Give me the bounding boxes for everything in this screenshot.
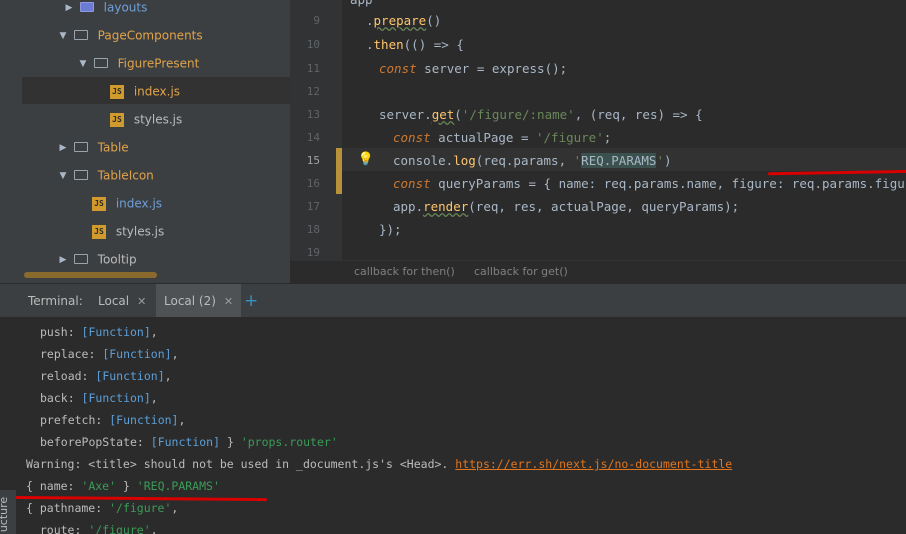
tree-item-tableicon[interactable]: ▼ TableIcon bbox=[56, 162, 154, 188]
line-number: 18 bbox=[306, 223, 320, 236]
chevron-right-icon[interactable]: ▶ bbox=[62, 0, 76, 21]
code-line: .then(() => { bbox=[366, 37, 464, 52]
tree-item-label: PageComponents bbox=[97, 28, 203, 43]
chevron-right-icon[interactable]: ▶ bbox=[56, 247, 70, 273]
js-file-icon: JS bbox=[110, 84, 124, 99]
js-file-icon: JS bbox=[110, 112, 124, 127]
line-number: 17 bbox=[306, 200, 320, 213]
tree-item-label: Tooltip bbox=[97, 252, 137, 267]
line-number: 12 bbox=[306, 85, 320, 98]
terminal-line: push: [Function], bbox=[40, 325, 158, 339]
code-line: app.render(req, res, actualPage, queryPa… bbox=[393, 199, 740, 214]
folder-icon bbox=[93, 57, 108, 68]
vcs-change-marker[interactable] bbox=[336, 148, 342, 194]
breadcrumb-item[interactable]: callback for get() bbox=[474, 261, 568, 283]
js-file-icon: JS bbox=[92, 196, 106, 211]
terminal-line: { name: 'Axe' } 'REQ.PARAMS' bbox=[26, 479, 220, 493]
add-tab-icon[interactable]: + bbox=[244, 284, 258, 318]
close-icon[interactable]: ✕ bbox=[224, 295, 233, 308]
chevron-down-icon[interactable]: ▼ bbox=[56, 23, 70, 49]
tree-item-pagecomponents[interactable]: ▼ PageComponents bbox=[56, 22, 203, 48]
line-number: 15 bbox=[306, 154, 320, 167]
chevron-down-icon[interactable]: ▼ bbox=[76, 51, 90, 77]
folder-icon bbox=[73, 169, 88, 180]
code-line: server.get('/figure/:name', (req, res) =… bbox=[379, 107, 703, 122]
tree-item-figurepresent[interactable]: ▼ FigurePresent bbox=[76, 50, 200, 77]
code-line: const actualPage = '/figure'; bbox=[393, 130, 612, 145]
code-editor[interactable]: 9 10 11 12 13 14 15 16 17 18 19 💡 app .p… bbox=[290, 0, 906, 283]
tree-item-label: FigurePresent bbox=[117, 56, 200, 71]
lightbulb-icon[interactable]: 💡 bbox=[356, 148, 376, 171]
terminal-label: Terminal: bbox=[28, 294, 83, 308]
folder-icon bbox=[73, 253, 88, 264]
code-line: }); bbox=[379, 222, 402, 237]
code-line: const queryParams = { name: req.params.n… bbox=[393, 176, 906, 191]
tree-item-tooltip[interactable]: ▶ Tooltip bbox=[56, 246, 137, 272]
terminal-line: beforePopState: [Function] } 'props.rout… bbox=[40, 435, 338, 449]
terminal-line: { pathname: '/figure', bbox=[26, 501, 179, 515]
package-folder-icon bbox=[79, 1, 94, 12]
tree-item-table[interactable]: ▶ Table bbox=[56, 134, 129, 160]
breadcrumb-item[interactable]: callback for then() bbox=[354, 261, 455, 283]
tree-item-figurepresent-index[interactable]: JS index.js bbox=[110, 78, 180, 104]
line-number: 14 bbox=[306, 131, 320, 144]
tree-item-tableicon-index[interactable]: JS index.js bbox=[92, 190, 162, 216]
terminal-line-warning: Warning: <title> should not be used in _… bbox=[26, 457, 733, 471]
code-line-current: console.log(req.params, 'REQ.PARAMS') bbox=[393, 153, 672, 168]
tree-item-label: index.js bbox=[133, 84, 181, 99]
tree-item-label: Table bbox=[97, 140, 129, 155]
code-line: const server = express(); bbox=[379, 61, 568, 76]
line-number: 9 bbox=[313, 14, 320, 27]
tab-local[interactable]: Local ✕ bbox=[98, 284, 146, 318]
tree-item-tableicon-styles[interactable]: JS styles.js bbox=[92, 218, 164, 244]
terminal-tab-bar: Terminal: Local ✕ Local (2) ✕ + bbox=[0, 283, 906, 318]
line-number: 13 bbox=[306, 108, 320, 121]
tab-local-2[interactable]: Local (2) ✕ bbox=[156, 284, 242, 318]
tree-item-label: styles.js bbox=[115, 224, 165, 239]
structure-tool-tab[interactable]: ucture bbox=[0, 490, 16, 534]
horizontal-scrollbar[interactable] bbox=[24, 272, 157, 278]
terminal-line: back: [Function], bbox=[40, 391, 158, 405]
line-number: 16 bbox=[306, 177, 320, 190]
structure-label: ucture bbox=[0, 496, 11, 533]
terminal-line: prefetch: [Function], bbox=[40, 413, 186, 427]
tree-item-label: layouts bbox=[103, 0, 148, 15]
line-number-gutter: 9 10 11 12 13 14 15 16 17 18 19 bbox=[290, 0, 342, 260]
tab-label: Local (2) bbox=[164, 294, 216, 308]
terminal-line: reload: [Function], bbox=[40, 369, 172, 383]
chevron-right-icon[interactable]: ▶ bbox=[56, 135, 70, 161]
terminal-line: replace: [Function], bbox=[40, 347, 179, 361]
terminal-output[interactable]: push: [Function], replace: [Function], r… bbox=[0, 317, 906, 534]
tree-item-layouts[interactable]: ▶ layouts bbox=[62, 0, 148, 21]
terminal-line: route: '/figure', bbox=[26, 523, 158, 534]
tree-item-label: TableIcon bbox=[97, 168, 154, 183]
tree-item-label: index.js bbox=[115, 196, 163, 211]
js-file-icon: JS bbox=[92, 224, 106, 239]
folder-icon bbox=[73, 141, 88, 152]
folder-icon bbox=[73, 29, 88, 40]
tree-item-figurepresent-styles[interactable]: JS styles.js bbox=[110, 106, 182, 132]
line-number: 10 bbox=[306, 38, 320, 51]
project-tree: ▶ layouts ▼ PageComponents ▼ FigurePrese… bbox=[0, 0, 290, 283]
chevron-down-icon[interactable]: ▼ bbox=[56, 163, 70, 189]
line-number: 11 bbox=[306, 62, 320, 75]
close-icon[interactable]: ✕ bbox=[137, 295, 146, 308]
tree-item-label: styles.js bbox=[133, 112, 183, 127]
warning-link[interactable]: https://err.sh/next.js/no-document-title bbox=[455, 457, 732, 471]
tab-label: Local bbox=[98, 294, 130, 308]
breadcrumb: callback for then() callback for get() bbox=[290, 260, 906, 283]
code-line: .prepare() bbox=[366, 13, 442, 28]
